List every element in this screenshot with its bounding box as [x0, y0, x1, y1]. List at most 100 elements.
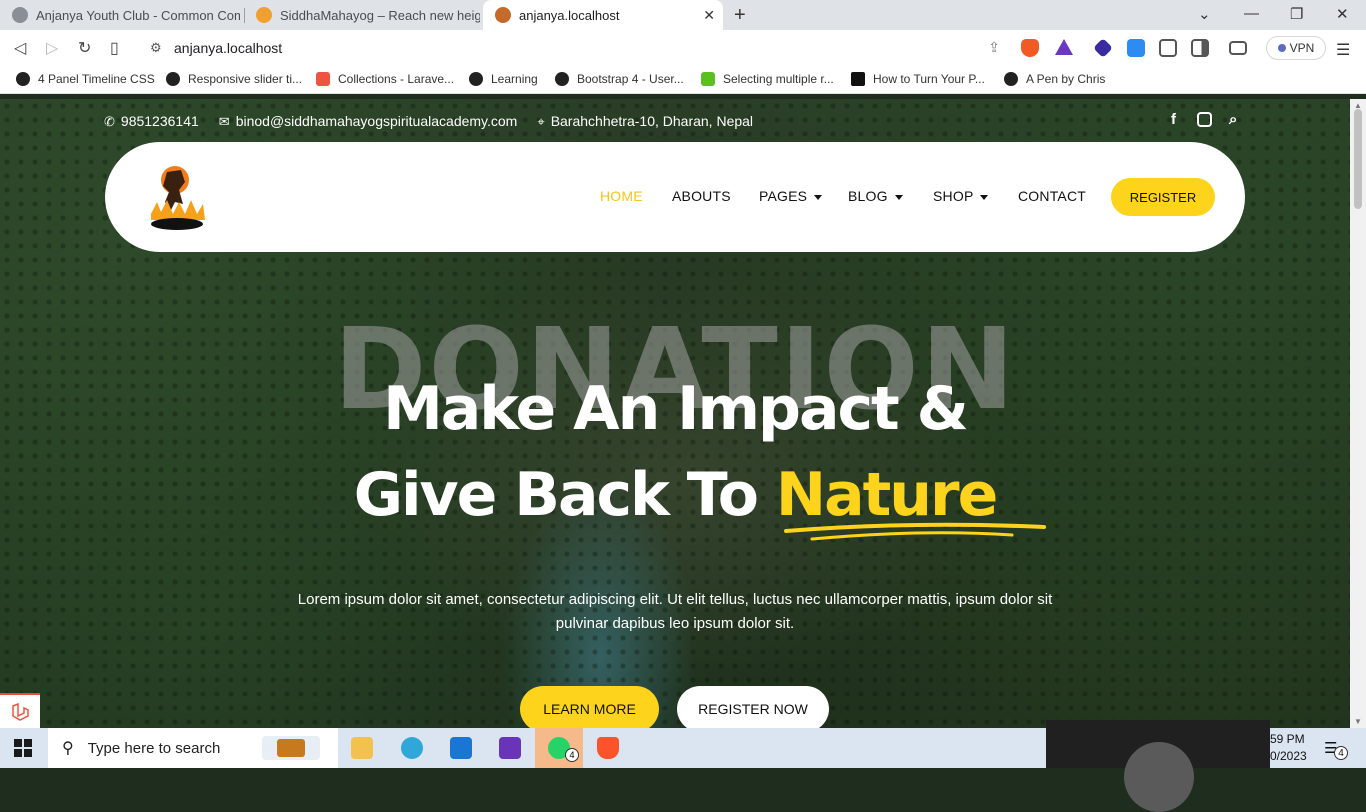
- store-icon[interactable]: [443, 734, 479, 762]
- underline-swoosh: [784, 522, 1046, 541]
- brave-rewards-icon[interactable]: [1055, 39, 1073, 55]
- browser-tab-bar: Anjanya Youth Club - Common Comp SiddhaM…: [0, 0, 1366, 30]
- taskbar-search-box[interactable]: ⚲ Type here to search: [48, 728, 338, 768]
- bookmark-label: Collections - Larave...: [338, 72, 455, 86]
- email-text: binod@siddhamahayogspiritualacademy.com: [235, 112, 518, 129]
- siddhamahayog-favicon-icon: [256, 7, 272, 23]
- menu-icon[interactable]: ☰: [1336, 40, 1350, 60]
- bookmark-label: 4 Panel Timeline CSS: [38, 72, 155, 86]
- map-pin-icon: ⌖: [537, 113, 545, 129]
- instagram-icon[interactable]: [1197, 112, 1212, 127]
- windows-start-icon[interactable]: [14, 739, 32, 757]
- close-tab-icon[interactable]: ✕: [703, 7, 715, 24]
- notification-badge: 4: [1334, 746, 1348, 760]
- tab-siddhamahayog[interactable]: SiddhaMahayog – Reach new heights: [244, 0, 480, 30]
- brave-icon[interactable]: [590, 734, 626, 762]
- nav-blog-label: BLOG: [848, 188, 888, 204]
- extension-fi-icon[interactable]: [1127, 39, 1145, 57]
- bookmark-item[interactable]: Responsive slider ti...: [166, 72, 302, 86]
- scroll-down-icon[interactable]: ▼: [1354, 717, 1362, 726]
- anjanya-favicon-icon: [495, 7, 511, 23]
- extensions-puzzle-icon[interactable]: [1159, 39, 1177, 57]
- file-explorer-icon[interactable]: [344, 734, 380, 762]
- reload-icon[interactable]: ↻: [78, 38, 91, 58]
- nav-home[interactable]: HOME: [600, 188, 643, 204]
- new-tab-icon[interactable]: +: [734, 4, 746, 27]
- bookmark-item[interactable]: 4 Panel Timeline CSS: [16, 72, 155, 86]
- search-placeholder: Type here to search: [87, 739, 221, 757]
- codepen-icon: [555, 72, 569, 86]
- bookmark-label: Bootstrap 4 - User...: [577, 72, 684, 86]
- whatsapp-badge: 4: [565, 748, 579, 762]
- back-icon[interactable]: ◁: [14, 38, 26, 58]
- search-icon: ⚲: [62, 740, 74, 757]
- topbar-contact-info: ✆ 9851236141 ✉ binod@siddhamahayogspiritua…: [104, 111, 753, 131]
- nav-abouts[interactable]: ABOUTS: [672, 188, 731, 204]
- codepen-icon: [16, 72, 30, 86]
- phpstorm-icon[interactable]: [492, 734, 528, 762]
- hero-headline-line2: Give Back To Nature: [260, 465, 1090, 525]
- bookmark-label: How to Turn Your P...: [873, 72, 985, 86]
- nav-shop[interactable]: SHOP: [933, 188, 989, 204]
- windows-taskbar: ⚲ Type here to search 4 59 PM 0/2023 ☰ 4: [0, 720, 1366, 812]
- close-window-icon[interactable]: ✕: [1336, 5, 1349, 23]
- nav-pages[interactable]: PAGES: [759, 188, 823, 204]
- tab-anjanya-localhost[interactable]: anjanya.localhost ✕: [483, 0, 723, 30]
- wallet-icon[interactable]: [1229, 41, 1247, 55]
- brave-shields-icon[interactable]: [1021, 39, 1039, 57]
- bookmark-item[interactable]: Bootstrap 4 - User...: [555, 72, 684, 86]
- vpn-button[interactable]: VPN: [1266, 36, 1326, 60]
- laravel-icon: [316, 72, 330, 86]
- nav-contact[interactable]: CONTACT: [1018, 188, 1086, 204]
- bookmark-item[interactable]: How to Turn Your P...: [851, 72, 985, 86]
- edge-icon[interactable]: [394, 734, 430, 762]
- extension-diamond-icon[interactable]: [1093, 38, 1113, 58]
- bookmark-item[interactable]: Learning: [469, 72, 538, 86]
- phone-contact[interactable]: ✆ 9851236141: [104, 113, 199, 130]
- notification-center-icon[interactable]: ☰ 4: [1324, 739, 1348, 760]
- caret-down-icon: [980, 194, 989, 200]
- site-settings-icon[interactable]: ⚙: [150, 40, 162, 56]
- site-logo[interactable]: [147, 162, 207, 230]
- bookmark-icon[interactable]: ▯: [110, 38, 119, 58]
- forward-icon[interactable]: ▷: [46, 38, 58, 58]
- register-now-button[interactable]: REGISTER NOW: [677, 686, 829, 728]
- nav-blog[interactable]: BLOG: [848, 188, 903, 204]
- email-contact[interactable]: ✉ binod@siddhamahayogspiritualacademy.com: [219, 113, 518, 130]
- main-navbar: HOME ABOUTS PAGES BLOG SHOP CONTACT REGI…: [105, 142, 1245, 252]
- caret-down-icon: [894, 194, 903, 200]
- facebook-icon[interactable]: f: [1171, 111, 1176, 128]
- minimize-icon[interactable]: —: [1244, 5, 1259, 22]
- laravel-debugbar-toggle[interactable]: [0, 693, 40, 728]
- bookmark-label: Selecting multiple r...: [723, 72, 834, 86]
- clock-time: 59 PM: [1270, 732, 1305, 746]
- bookmark-item[interactable]: A Pen by Chris: [1004, 72, 1105, 86]
- url-text[interactable]: anjanya.localhost: [174, 40, 282, 56]
- learn-more-button[interactable]: LEARN MORE: [520, 686, 659, 728]
- hero-description: Lorem ipsum dolor sit amet, consectetur …: [297, 591, 1053, 632]
- whatsapp-icon[interactable]: 4: [535, 728, 583, 768]
- page-scrollbar[interactable]: ▲ ▼: [1350, 99, 1366, 728]
- bookmark-item[interactable]: Selecting multiple r...: [701, 72, 834, 86]
- bookmark-label: Responsive slider ti...: [188, 72, 303, 86]
- taskbar-clock[interactable]: 59 PM 0/2023: [1270, 731, 1307, 765]
- bookmark-label: Learning: [491, 72, 538, 86]
- codepen-icon: [1004, 72, 1018, 86]
- browser-toolbar: ◁ ▷ ↻ ▯ ⚙ anjanya.localhost ⇪ VPN ☰: [0, 30, 1366, 66]
- register-button[interactable]: REGISTER: [1111, 178, 1215, 216]
- sidebar-icon[interactable]: [1191, 39, 1209, 57]
- restore-icon[interactable]: ❐: [1290, 5, 1303, 23]
- scrollbar-thumb[interactable]: [1354, 109, 1362, 209]
- caret-down-icon: [814, 194, 823, 200]
- tab-title: anjanya.localhost: [519, 7, 620, 23]
- tab-title: SiddhaMahayog – Reach new heights: [280, 7, 480, 23]
- search-icon[interactable]: ⌕: [1229, 111, 1237, 128]
- bookmark-item[interactable]: Collections - Larave...: [316, 72, 454, 86]
- tab-search-chevron-icon[interactable]: ⌄: [1198, 5, 1211, 23]
- search-highlight-briefcase-icon[interactable]: [262, 736, 320, 760]
- share-icon[interactable]: ⇪: [988, 39, 1000, 56]
- tab-anjanya-youth-club[interactable]: Anjanya Youth Club - Common Comp: [0, 0, 240, 30]
- green-icon: [701, 72, 715, 86]
- address-bar[interactable]: ⚙ anjanya.localhost ⇪: [140, 34, 1010, 62]
- tab-title: Anjanya Youth Club - Common Comp: [36, 7, 240, 23]
